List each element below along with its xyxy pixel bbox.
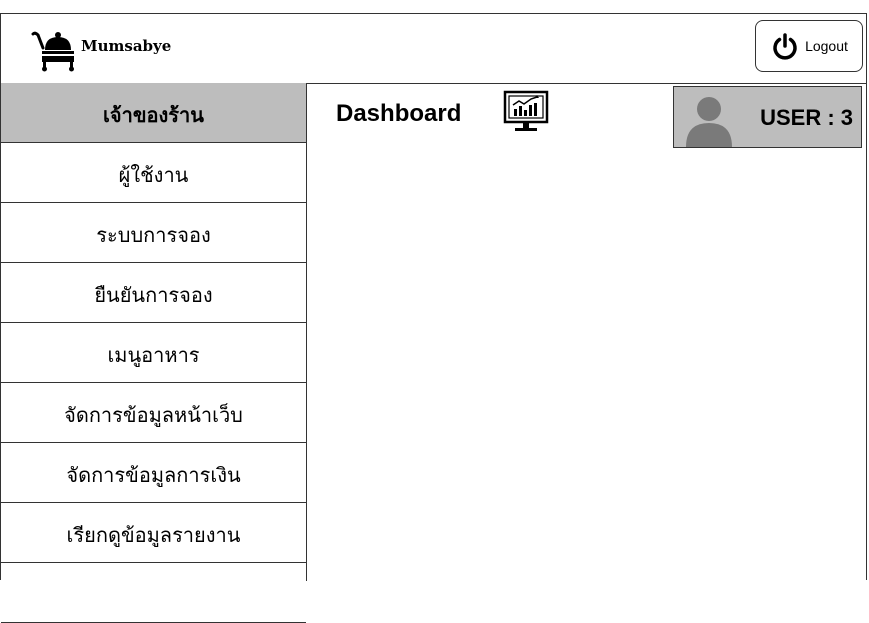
sidebar: เจ้าของร้าน ผู้ใช้งาน ระบบการจอง ยืนยันก… bbox=[1, 83, 307, 623]
user-avatar-icon bbox=[686, 97, 732, 147]
sidebar-item-empty[interactable] bbox=[1, 563, 306, 623]
sidebar-item-booking-system[interactable]: ระบบการจอง bbox=[1, 203, 306, 263]
top-header: Mumsabye Logout bbox=[1, 14, 866, 84]
sidebar-item-users[interactable]: ผู้ใช้งาน bbox=[1, 143, 306, 203]
sidebar-heading: เจ้าของร้าน bbox=[1, 83, 306, 143]
food-cart-icon bbox=[31, 31, 74, 72]
dashboard-monitor-icon bbox=[503, 90, 549, 131]
logout-button[interactable]: Logout bbox=[755, 20, 863, 72]
user-count-panel: USER : 3 bbox=[673, 86, 862, 148]
brand-name: Mumsabye bbox=[81, 37, 172, 55]
power-icon bbox=[773, 33, 797, 60]
page-title: Dashboard bbox=[336, 100, 462, 127]
sidebar-item-confirm-booking[interactable]: ยืนยันการจอง bbox=[1, 263, 306, 323]
sidebar-item-food-menu[interactable]: เมนูอาหาร bbox=[1, 323, 306, 383]
logout-label: Logout bbox=[805, 38, 848, 54]
user-count-label: USER : 3 bbox=[760, 105, 853, 130]
sidebar-item-manage-finance[interactable]: จัดการข้อมูลการเงิน bbox=[1, 443, 306, 503]
sidebar-item-view-reports[interactable]: เรียกดูข้อมูลรายงาน bbox=[1, 503, 306, 563]
sidebar-item-manage-website[interactable]: จัดการข้อมูลหน้าเว็บ bbox=[1, 383, 306, 443]
